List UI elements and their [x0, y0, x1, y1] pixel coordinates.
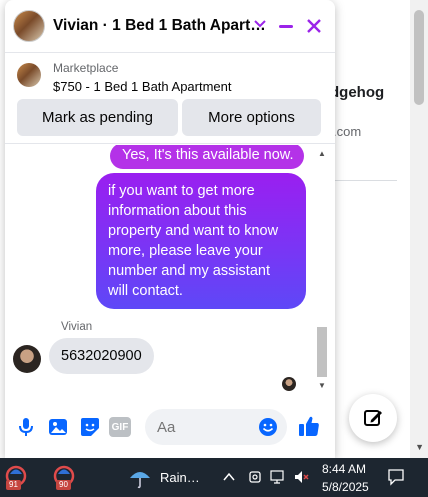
background-subtext: .com: [333, 124, 362, 139]
network-icon[interactable]: [270, 469, 286, 485]
marketplace-listing: Marketplace $750 - 1 Bed 1 Bath Apartmen…: [5, 52, 335, 144]
close-icon[interactable]: [305, 17, 323, 35]
notification-badge: 90: [56, 480, 71, 490]
message-composer: GIF: [5, 400, 335, 458]
message-sender-name: Vivian: [61, 321, 93, 333]
sender-avatar[interactable]: [13, 345, 41, 373]
camera-icon[interactable]: [247, 469, 263, 485]
gif-button[interactable]: GIF: [109, 417, 131, 437]
notifications-icon[interactable]: [387, 468, 405, 486]
photo-icon[interactable]: [47, 416, 69, 438]
background-heading: dgehog: [330, 84, 385, 101]
scroll-up-arrow[interactable]: ▲: [318, 149, 326, 158]
new-message-button[interactable]: [349, 394, 397, 442]
chat-window: Vivian · 1 Bed 1 Bath Apart… Marketplace…: [5, 0, 335, 458]
listing-thumbnail[interactable]: [17, 63, 41, 87]
weather-label[interactable]: Rain…: [160, 470, 200, 485]
more-options-button[interactable]: More options: [182, 99, 321, 136]
rain-umbrella-icon[interactable]: [128, 466, 152, 490]
microphone-icon[interactable]: [15, 416, 37, 438]
page-scrollbar[interactable]: ▼: [410, 0, 428, 458]
chevron-down-icon[interactable]: [253, 16, 267, 30]
sticker-icon[interactable]: [79, 416, 101, 438]
message-bubble-sent: if you want to get more information abou…: [96, 173, 306, 309]
minimize-button[interactable]: [279, 25, 293, 28]
notification-badge: 91: [6, 480, 21, 490]
page-scrollbar-thumb[interactable]: [414, 10, 424, 105]
chat-title[interactable]: Vivian · 1 Bed 1 Bath Apart…: [53, 17, 266, 35]
message-list: Yes, It's this available now. if you wan…: [5, 145, 335, 398]
gif-label: GIF: [111, 422, 129, 433]
clock-date[interactable]: 5/8/2025: [322, 480, 369, 494]
volume-muted-icon[interactable]: [293, 469, 309, 485]
clock-time[interactable]: 8:44 AM: [322, 462, 366, 476]
message-bubble-sent: Yes, It's this available now.: [110, 145, 304, 169]
chevron-up-icon[interactable]: [222, 470, 236, 484]
listing-category: Marketplace: [53, 61, 119, 75]
thumbs-up-icon[interactable]: [297, 414, 321, 438]
emoji-icon[interactable]: [259, 418, 277, 436]
compose-icon: [364, 410, 382, 426]
chat-avatar[interactable]: [13, 10, 45, 42]
chat-scrollbar[interactable]: ▲ ▼: [315, 145, 329, 395]
mark-as-pending-button[interactable]: Mark as pending: [17, 99, 178, 136]
page-scroll-down-arrow[interactable]: ▼: [415, 442, 424, 452]
seen-receipt-avatar: [282, 377, 296, 391]
background-divider: [333, 180, 397, 181]
scroll-down-arrow[interactable]: ▼: [318, 381, 326, 390]
listing-title[interactable]: $750 - 1 Bed 1 Bath Apartment: [53, 79, 232, 94]
scrollbar-thumb[interactable]: [317, 327, 327, 377]
chat-header[interactable]: Vivian · 1 Bed 1 Bath Apart…: [5, 0, 335, 52]
windows-taskbar: 91 90 Rain… 8:44 AM 5/8/2025: [0, 458, 428, 497]
message-bubble-received: 5632020900: [49, 338, 154, 374]
